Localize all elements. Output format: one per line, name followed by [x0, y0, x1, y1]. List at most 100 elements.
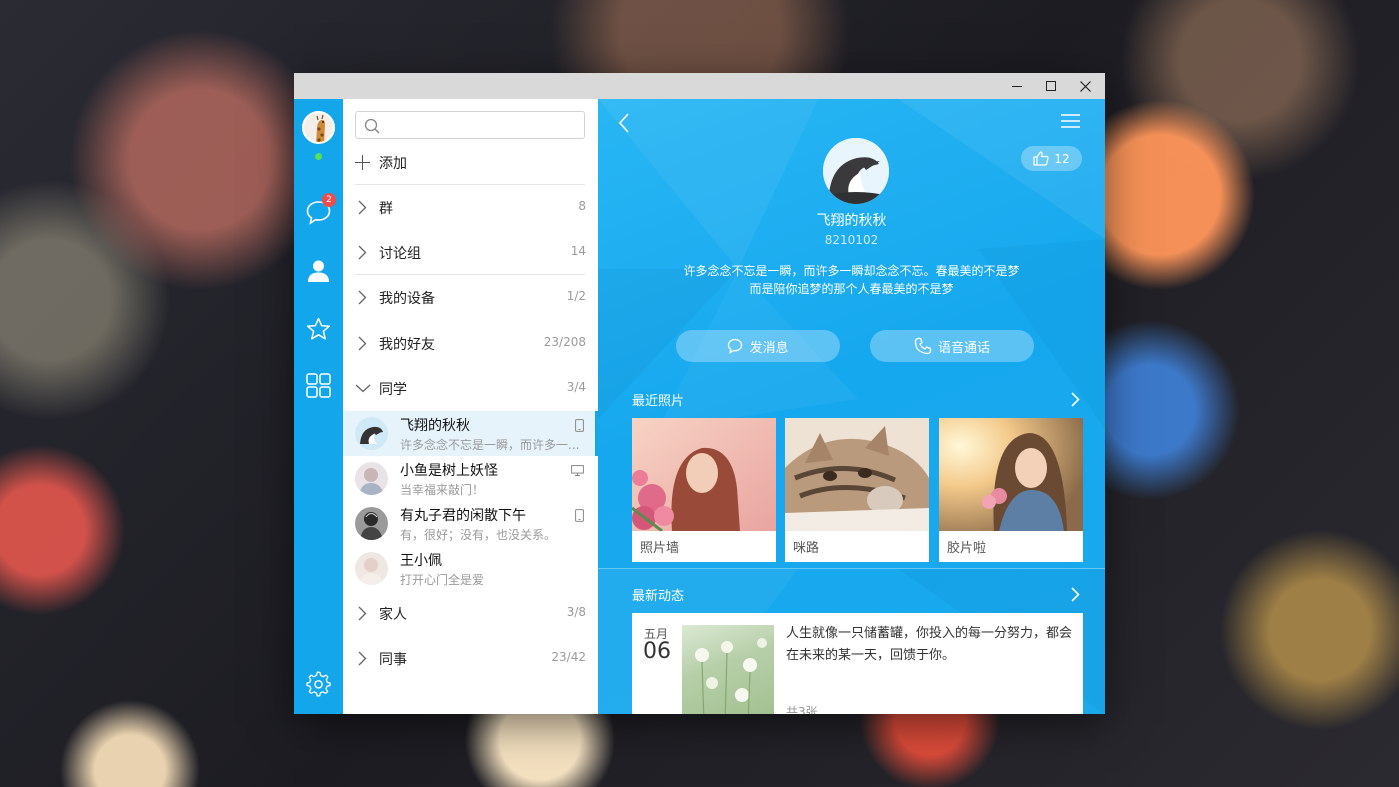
photo-caption: 胶片啦 — [947, 541, 987, 556]
chevron-right-icon — [358, 245, 367, 260]
minimize-icon — [1012, 85, 1022, 87]
chevron-right-icon — [358, 336, 367, 351]
group-name: 家人 — [379, 607, 407, 623]
feed-day: 06 — [643, 639, 671, 664]
add-label: 添加 — [379, 156, 407, 172]
friend-name: 小鱼是树上妖怪 — [400, 463, 498, 479]
profile-signature: 许多念念不忘是一瞬，而许多一瞬却念念不忘。春最美的不是梦 而是陪你追梦的那个人春… — [598, 262, 1105, 298]
friend-signature: 许多念念不忘是一瞬，而许多一... — [400, 438, 580, 452]
group-row-discussion[interactable]: 讨论组 14 — [343, 230, 598, 275]
search-input[interactable] — [384, 115, 579, 135]
menu-icon[interactable] — [1061, 114, 1081, 128]
friend-name: 王小佩 — [400, 553, 442, 569]
friend-name: 有丸子君的闲散下午 — [400, 508, 526, 524]
group-name: 我的好友 — [379, 337, 435, 353]
friend-avatar — [355, 417, 388, 450]
group-name: 讨论组 — [379, 246, 421, 262]
like-button[interactable]: 12 — [1021, 146, 1082, 171]
group-row-devices[interactable]: 我的设备 1/2 — [343, 275, 598, 320]
group-name: 我的设备 — [379, 291, 435, 307]
group-count: 1/2 — [566, 289, 586, 303]
group-name: 同学 — [379, 382, 407, 398]
latest-feed-title: 最新动态 — [632, 589, 685, 604]
profile-panel: 12 飞翔的秋秋 8210102 许多念念不忘是一瞬，而许多一瞬却念念不忘。春最… — [598, 99, 1105, 714]
voice-call-button[interactable]: 语音通话 — [870, 330, 1034, 362]
group-row-classmates[interactable]: 同学 3/4 — [343, 366, 598, 411]
friend-signature: 当幸福来敲门！ — [400, 483, 485, 497]
photo-thumbnail — [939, 418, 1083, 531]
online-status-dot — [315, 153, 322, 160]
group-row-colleagues[interactable]: 同事 23/42 — [343, 636, 598, 681]
friend-row[interactable]: 飞翔的秋秋 许多念念不忘是一瞬，而许多一... — [343, 411, 598, 456]
chevron-right-icon — [358, 651, 367, 666]
group-row-friends[interactable]: 我的好友 23/208 — [343, 321, 598, 366]
group-name: 群 — [379, 201, 393, 217]
recent-photos-title: 最近照片 — [632, 394, 685, 409]
photo-thumbnail — [785, 418, 929, 531]
group-row-groups[interactable]: 群 8 — [343, 185, 598, 230]
friend-avatar — [355, 507, 388, 540]
settings-icon[interactable] — [305, 671, 332, 698]
group-row-family[interactable]: 家人 3/8 — [343, 591, 598, 636]
chevron-right-icon — [358, 200, 367, 215]
group-count: 3/8 — [566, 605, 586, 619]
add-contact-button[interactable]: 添加 — [355, 151, 407, 175]
my-avatar[interactable] — [302, 111, 335, 144]
feed-card[interactable]: 五月 06 人生就像一只储蓄罐，你投入的每一分努力，都会在未来的某一天，回馈于你… — [632, 613, 1083, 714]
friend-row[interactable]: 有丸子君的闲散下午 有，很好；没有，也没关系。 — [343, 501, 598, 546]
app-window: 2 添加 群 8 讨论组 14 我的设备 1/2 我的好友 23/208 同学 … — [294, 73, 1105, 714]
feed-photo — [682, 625, 774, 714]
chevron-right-icon — [358, 290, 367, 305]
minimize-button[interactable] — [1000, 73, 1034, 99]
signature-line-1: 许多念念不忘是一瞬，而许多一瞬却念念不忘。春最美的不是梦 — [683, 264, 1020, 278]
group-count: 23/42 — [551, 650, 586, 664]
maximize-button[interactable] — [1034, 73, 1068, 99]
photo-card[interactable]: 咪路 — [785, 418, 929, 562]
feed-text: 人生就像一只储蓄罐，你投入的每一分努力，都会在未来的某一天，回馈于你。 — [786, 626, 1073, 663]
photo-thumbnail — [632, 418, 776, 531]
contacts-panel: 添加 群 8 讨论组 14 我的设备 1/2 我的好友 23/208 同学 3/… — [343, 99, 598, 714]
chat-bubble-icon — [728, 338, 743, 354]
friend-avatar — [355, 462, 388, 495]
contacts-icon[interactable] — [305, 257, 332, 284]
profile-avatar[interactable] — [823, 138, 889, 204]
friend-name: 飞翔的秋秋 — [400, 418, 470, 434]
profile-name: 飞翔的秋秋 — [816, 213, 887, 229]
favorites-icon[interactable] — [305, 316, 332, 343]
search-box[interactable] — [355, 111, 585, 139]
profile-id: 8210102 — [824, 233, 879, 247]
photo-card[interactable]: 胶片啦 — [939, 418, 1083, 562]
apps-icon[interactable] — [305, 372, 332, 399]
signature-line-2: 而是陪你追梦的那个人春最美的不是梦 — [749, 282, 954, 296]
phone-icon — [575, 509, 584, 522]
chevron-right-icon[interactable] — [1071, 392, 1080, 407]
unread-badge: 2 — [322, 193, 336, 207]
voice-call-label: 语音通话 — [937, 340, 990, 356]
group-name: 同事 — [379, 652, 407, 668]
friend-signature: 有，很好；没有，也没关系。 — [400, 528, 557, 542]
search-icon — [364, 118, 380, 134]
feed-photo-count: 共3张 — [786, 705, 818, 714]
send-message-label: 发消息 — [749, 340, 789, 356]
section-divider — [598, 568, 1105, 569]
thumbs-up-icon — [1033, 151, 1050, 166]
chevron-right-icon[interactable] — [1071, 587, 1080, 602]
group-count: 8 — [578, 199, 586, 213]
nav-rail: 2 — [294, 99, 343, 714]
close-button[interactable] — [1068, 73, 1102, 99]
chevron-right-icon — [358, 606, 367, 621]
friend-row[interactable]: 王小佩 打开心门全是爱 — [343, 546, 598, 591]
phone-call-icon — [914, 337, 932, 355]
friend-avatar — [355, 552, 388, 585]
group-count: 23/208 — [543, 335, 586, 349]
photo-caption: 咪路 — [793, 541, 820, 556]
chevron-down-icon — [355, 384, 371, 393]
maximize-icon — [1046, 81, 1056, 91]
friend-row[interactable]: 小鱼是树上妖怪 当幸福来敲门！ — [343, 456, 598, 501]
photo-card[interactable]: 照片墙 — [632, 418, 776, 562]
group-count: 14 — [570, 244, 586, 258]
photo-caption: 照片墙 — [640, 541, 680, 556]
desktop-icon — [571, 465, 584, 476]
send-message-button[interactable]: 发消息 — [676, 330, 840, 362]
back-icon[interactable] — [618, 113, 630, 133]
